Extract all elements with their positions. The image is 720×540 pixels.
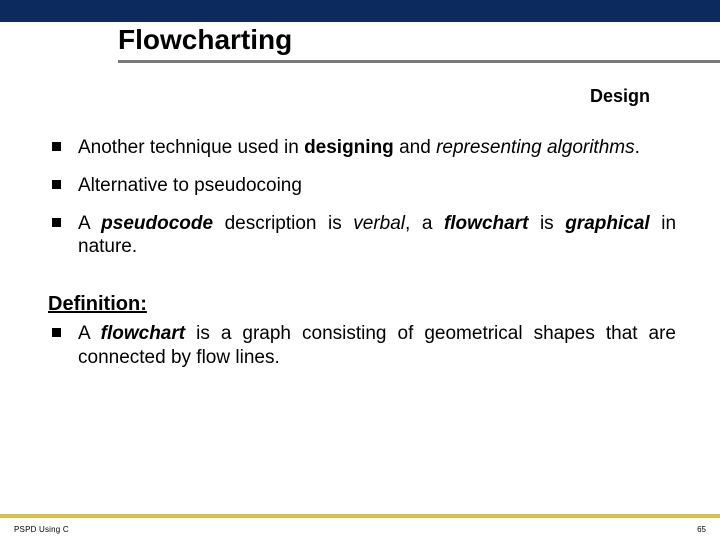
text-run: A [78,213,101,234]
slide-title: Flowcharting [118,24,292,56]
text-run: flowchart [101,323,185,344]
main-bullet-list: Another technique used in designing and … [48,136,676,259]
title-row: Flowcharting [0,22,720,66]
list-item: A pseudocode description is verbal, a fl… [48,212,676,260]
text-run: Another technique used in [78,137,304,158]
definition-bullet-list: A flowchart is a graph consisting of geo… [48,322,676,370]
text-run: . [635,137,640,158]
text-run: flowchart [444,213,528,234]
text-run: , a [405,213,444,234]
list-item: Alternative to pseudocoing [48,174,676,198]
text-run: graphical [565,213,649,234]
footer-divider [0,514,720,518]
header-band [0,0,720,22]
section-label: Design [590,86,650,107]
text-run: designing [304,137,394,158]
text-run: description is [213,213,353,234]
list-item: A flowchart is a graph consisting of geo… [48,322,676,370]
text-run: Alternative to pseudocoing [78,175,302,196]
text-run: pseudocode [101,213,213,234]
text-run: A [78,323,101,344]
text-run: verbal [353,213,405,234]
text-run: representing algorithms [436,137,635,158]
slide-content: Another technique used in designing and … [48,136,676,384]
footer-page-number: 65 [697,525,706,534]
list-item: Another technique used in designing and … [48,136,676,160]
title-underline [118,60,720,63]
text-run: is [528,213,565,234]
footer-left-text: PSPD Using C [14,525,69,534]
definition-heading: Definition: [48,293,676,316]
text-run: and [394,137,436,158]
